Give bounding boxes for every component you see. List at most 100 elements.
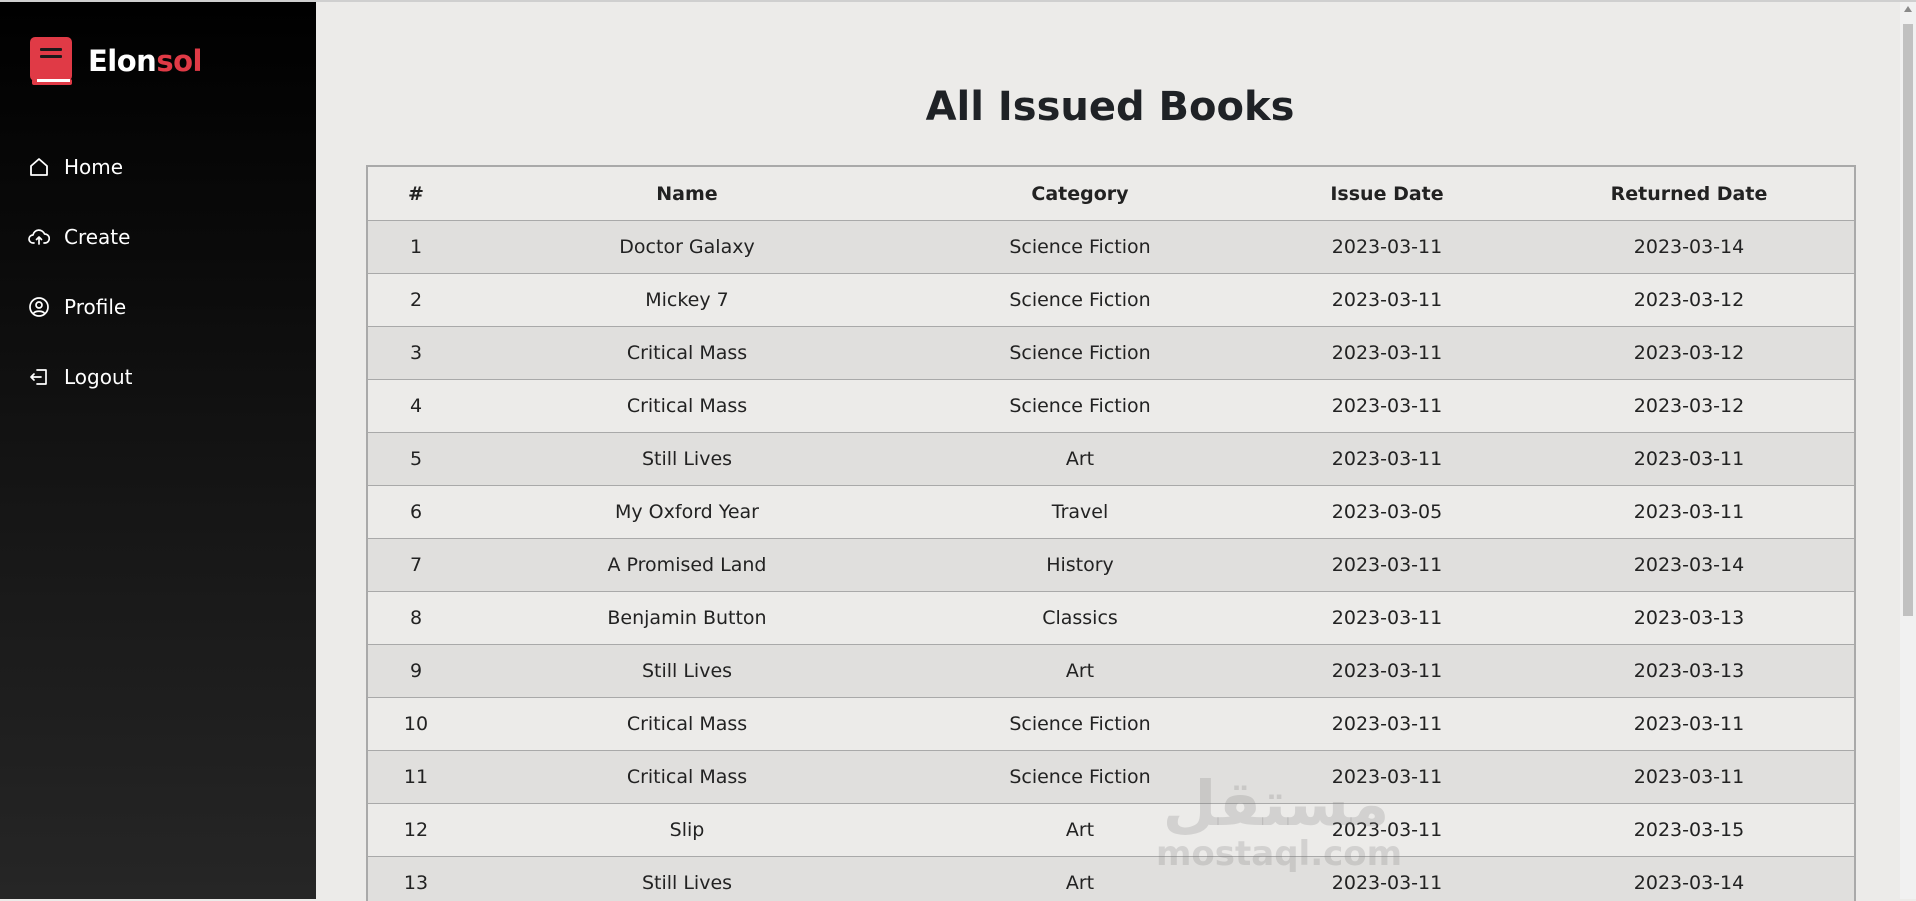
sidebar-nav: Home Create Profile Logout — [28, 132, 132, 412]
table-row: 9Still LivesArt2023-03-112023-03-13 — [368, 645, 1854, 698]
cell-number: 12 — [368, 804, 464, 857]
table-row: 3Critical MassScience Fiction2023-03-112… — [368, 327, 1854, 380]
cell-number: 9 — [368, 645, 464, 698]
cell-returned-date: 2023-03-11 — [1524, 698, 1854, 751]
cell-category: Travel — [910, 486, 1250, 539]
cell-returned-date: 2023-03-13 — [1524, 592, 1854, 645]
cell-returned-date: 2023-03-14 — [1524, 221, 1854, 274]
cell-number: 5 — [368, 433, 464, 486]
cell-category: Science Fiction — [910, 221, 1250, 274]
issued-books-table: # Name Category Issue Date Returned Date… — [368, 167, 1854, 901]
cell-number: 4 — [368, 380, 464, 433]
cell-issue-date: 2023-03-11 — [1250, 380, 1524, 433]
table-row: 5Still LivesArt2023-03-112023-03-11 — [368, 433, 1854, 486]
cell-number: 6 — [368, 486, 464, 539]
column-header-returned-date: Returned Date — [1524, 167, 1854, 221]
cell-issue-date: 2023-03-11 — [1250, 804, 1524, 857]
column-header-number: # — [368, 167, 464, 221]
cell-number: 2 — [368, 274, 464, 327]
cell-name: Critical Mass — [464, 698, 910, 751]
cell-issue-date: 2023-03-11 — [1250, 221, 1524, 274]
cell-category: Art — [910, 645, 1250, 698]
cell-name: Still Lives — [464, 645, 910, 698]
cell-returned-date: 2023-03-15 — [1524, 804, 1854, 857]
table-body: 1Doctor GalaxyScience Fiction2023-03-112… — [368, 221, 1854, 901]
cell-name: Mickey 7 — [464, 274, 910, 327]
cell-issue-date: 2023-03-11 — [1250, 539, 1524, 592]
table-row: 11Critical MassScience Fiction2023-03-11… — [368, 751, 1854, 804]
table-row: 4Critical MassScience Fiction2023-03-112… — [368, 380, 1854, 433]
logout-icon — [28, 366, 50, 388]
issued-books-table-container: # Name Category Issue Date Returned Date… — [366, 165, 1856, 901]
cell-name: Critical Mass — [464, 751, 910, 804]
cell-returned-date: 2023-03-14 — [1524, 857, 1854, 901]
cell-returned-date: 2023-03-11 — [1524, 751, 1854, 804]
cell-returned-date: 2023-03-12 — [1524, 327, 1854, 380]
column-header-category: Category — [910, 167, 1250, 221]
cell-number: 11 — [368, 751, 464, 804]
cell-returned-date: 2023-03-11 — [1524, 433, 1854, 486]
sidebar: Elonsol Home Create Profile Logout — [0, 2, 316, 899]
cell-number: 8 — [368, 592, 464, 645]
table-header-row: # Name Category Issue Date Returned Date — [368, 167, 1854, 221]
cell-returned-date: 2023-03-13 — [1524, 645, 1854, 698]
sidebar-item-label: Logout — [64, 365, 132, 389]
cell-name: Benjamin Button — [464, 592, 910, 645]
cell-returned-date: 2023-03-12 — [1524, 274, 1854, 327]
cell-issue-date: 2023-03-05 — [1250, 486, 1524, 539]
table-row: 8Benjamin ButtonClassics2023-03-112023-0… — [368, 592, 1854, 645]
sidebar-item-label: Home — [64, 155, 123, 179]
table-row: 10Critical MassScience Fiction2023-03-11… — [368, 698, 1854, 751]
main-content: All Issued Books # Name Category Issue D… — [316, 2, 1900, 899]
sidebar-item-label: Create — [64, 225, 130, 249]
cell-returned-date: 2023-03-12 — [1524, 380, 1854, 433]
cell-category: Science Fiction — [910, 380, 1250, 433]
cell-name: Critical Mass — [464, 327, 910, 380]
column-header-name: Name — [464, 167, 910, 221]
cell-name: My Oxford Year — [464, 486, 910, 539]
scroll-up-arrow-icon[interactable] — [1904, 6, 1912, 12]
cell-issue-date: 2023-03-11 — [1250, 274, 1524, 327]
cloud-upload-icon — [28, 226, 50, 248]
table-row: 7A Promised LandHistory2023-03-112023-03… — [368, 539, 1854, 592]
cell-category: Science Fiction — [910, 698, 1250, 751]
table-row: 12SlipArt2023-03-112023-03-15 — [368, 804, 1854, 857]
scrollbar-thumb[interactable] — [1903, 24, 1913, 616]
sidebar-item-profile[interactable]: Profile — [28, 272, 132, 342]
sidebar-item-logout[interactable]: Logout — [28, 342, 132, 412]
cell-number: 3 — [368, 327, 464, 380]
table-row: 6My Oxford YearTravel2023-03-052023-03-1… — [368, 486, 1854, 539]
brand-name: Elonsol — [88, 44, 202, 78]
sidebar-item-label: Profile — [64, 295, 126, 319]
sidebar-item-home[interactable]: Home — [28, 132, 132, 202]
table-row: 2Mickey 7Science Fiction2023-03-112023-0… — [368, 274, 1854, 327]
cell-name: Critical Mass — [464, 380, 910, 433]
cell-category: Science Fiction — [910, 327, 1250, 380]
cell-name: Still Lives — [464, 433, 910, 486]
page-title: All Issued Books — [316, 84, 1904, 130]
cell-issue-date: 2023-03-11 — [1250, 751, 1524, 804]
vertical-scrollbar[interactable] — [1900, 2, 1916, 899]
cell-category: History — [910, 539, 1250, 592]
cell-issue-date: 2023-03-11 — [1250, 698, 1524, 751]
table-row: 1Doctor GalaxyScience Fiction2023-03-112… — [368, 221, 1854, 274]
cell-category: Science Fiction — [910, 751, 1250, 804]
cell-category: Science Fiction — [910, 274, 1250, 327]
cell-issue-date: 2023-03-11 — [1250, 592, 1524, 645]
cell-category: Classics — [910, 592, 1250, 645]
user-circle-icon — [28, 296, 50, 318]
cell-name: Doctor Galaxy — [464, 221, 910, 274]
book-icon — [28, 35, 74, 87]
home-icon — [28, 156, 50, 178]
brand-logo[interactable]: Elonsol — [28, 34, 202, 88]
sidebar-item-create[interactable]: Create — [28, 202, 132, 272]
cell-name: Slip — [464, 804, 910, 857]
cell-issue-date: 2023-03-11 — [1250, 645, 1524, 698]
cell-issue-date: 2023-03-11 — [1250, 857, 1524, 901]
brand-name-part2: sol — [156, 44, 202, 78]
cell-number: 13 — [368, 857, 464, 901]
cell-name: Still Lives — [464, 857, 910, 901]
brand-name-part1: Elon — [88, 44, 156, 78]
cell-number: 10 — [368, 698, 464, 751]
cell-number: 1 — [368, 221, 464, 274]
